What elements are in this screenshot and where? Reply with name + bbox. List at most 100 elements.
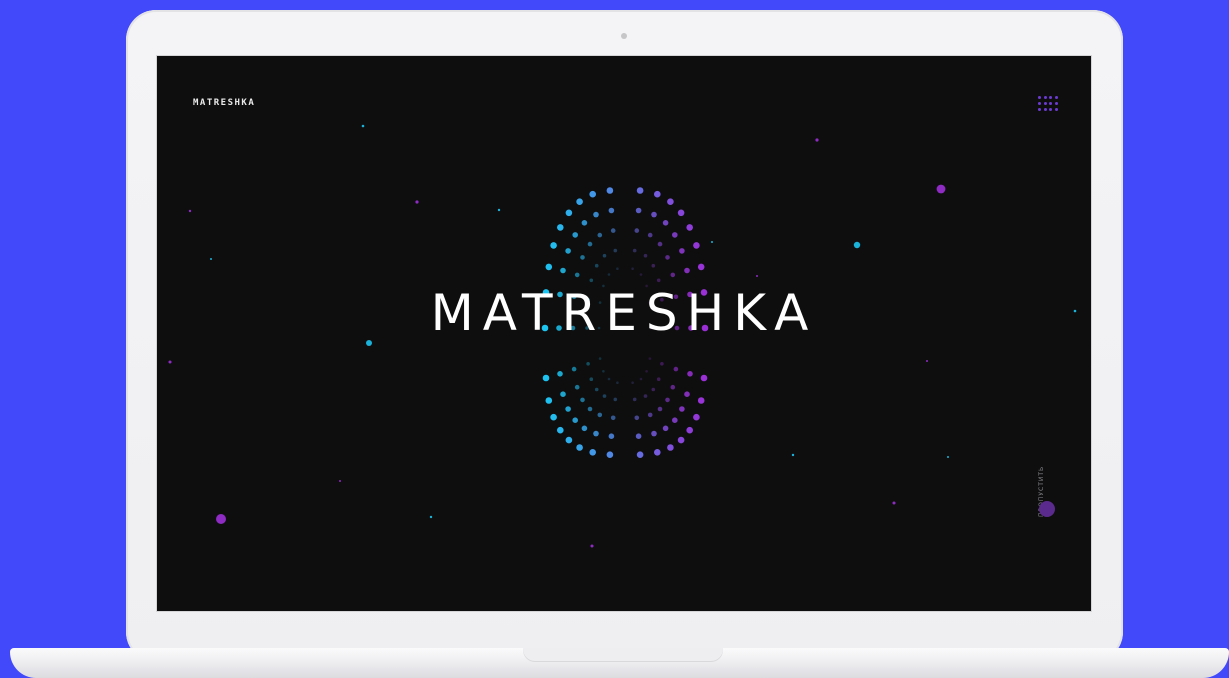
ring-dot	[697, 263, 705, 271]
ring-dot	[643, 394, 648, 398]
ring-dot	[684, 391, 690, 398]
ring-dot	[662, 425, 669, 432]
star-dot	[711, 241, 713, 243]
ring-dot	[589, 278, 594, 283]
ring-dot	[593, 211, 599, 218]
star-dot	[791, 453, 795, 457]
ring-dot	[631, 267, 634, 270]
ring-dot	[597, 412, 603, 418]
ring-dot	[607, 377, 611, 381]
ring-dot	[576, 444, 583, 451]
laptop-base-notch	[523, 648, 723, 662]
ring-dot	[679, 248, 685, 254]
ring-dot	[693, 242, 700, 249]
star-dot	[216, 514, 226, 524]
ring-dot	[632, 248, 637, 253]
ring-dot	[651, 387, 656, 392]
ring-dot	[667, 198, 674, 205]
ring-dot	[645, 370, 648, 373]
ring-dot	[616, 381, 619, 385]
ring-dot	[648, 357, 652, 360]
ring-dot	[635, 207, 642, 214]
ring-dot	[679, 406, 685, 412]
star-dot	[936, 184, 946, 194]
ring-dot	[686, 426, 693, 434]
ring-dot	[654, 449, 661, 456]
page-stage: MATRESHKA MATRESHKA ПРОПУСТИТЬ	[0, 0, 1229, 678]
star-dot	[590, 544, 594, 548]
ring-dot	[557, 224, 564, 231]
ring-dot	[581, 220, 588, 226]
ring-dot	[594, 387, 599, 392]
ring-dot	[545, 397, 553, 404]
star-dot	[497, 208, 501, 212]
ring-dot	[560, 267, 566, 274]
ring-dot	[634, 415, 640, 421]
ring-dot	[580, 397, 585, 403]
ring-dot	[672, 417, 678, 424]
ring-dot	[665, 397, 670, 403]
ring-dot	[574, 384, 580, 390]
star-dot	[366, 340, 372, 346]
ring-dot	[602, 394, 607, 398]
ring-dot	[581, 425, 588, 432]
ring-dot	[662, 220, 669, 226]
ring-dot	[602, 370, 605, 373]
ring-dot	[636, 187, 644, 194]
ring-dot	[636, 451, 644, 459]
ring-dot	[593, 430, 599, 437]
ring-dot	[565, 436, 573, 444]
ring-dot	[651, 430, 657, 437]
ring-dot	[580, 255, 585, 260]
ring-dot	[616, 267, 619, 270]
star-dot	[361, 124, 365, 128]
ring-dot	[635, 433, 642, 440]
ring-dot	[550, 413, 557, 421]
ring-dot	[654, 190, 661, 198]
ring-dot	[700, 374, 708, 382]
star-dot	[892, 501, 896, 505]
star-dot	[415, 200, 419, 204]
ring-dot	[651, 211, 657, 218]
ring-dot	[594, 263, 599, 268]
laptop-base	[10, 648, 1229, 678]
ring-dot	[651, 263, 656, 268]
ring-dot	[687, 371, 693, 377]
ring-dot	[565, 209, 573, 217]
star-dot	[210, 258, 212, 260]
ring-dot	[667, 444, 674, 451]
ring-dot	[677, 209, 685, 217]
ring-dot	[656, 278, 661, 283]
ring-dot	[606, 187, 614, 194]
ring-dot	[572, 417, 578, 424]
ring-dot	[670, 272, 676, 278]
ring-dot	[657, 241, 663, 247]
webcam	[621, 33, 627, 39]
skip-button[interactable]	[1039, 501, 1055, 517]
ring-dot	[677, 436, 685, 444]
ring-dot	[665, 255, 670, 260]
ring-dot	[657, 406, 663, 412]
ring-dot	[589, 377, 594, 382]
ring-dot	[613, 248, 618, 253]
ring-dot	[693, 413, 700, 421]
ring-dot	[610, 228, 616, 233]
star-dot	[815, 138, 819, 142]
ring-dot	[643, 253, 648, 258]
ring-dot	[565, 406, 571, 412]
star-dot	[168, 360, 172, 364]
ring-dot	[545, 263, 553, 271]
star-dot	[188, 209, 192, 213]
ring-dot	[571, 366, 577, 372]
ring-dot	[557, 371, 563, 377]
ring-dot	[587, 241, 593, 247]
ring-dot	[608, 207, 615, 214]
ring-dot	[639, 273, 643, 276]
ring-dot	[607, 273, 611, 276]
ring-dot	[697, 397, 705, 404]
ring-dot	[660, 362, 664, 366]
ring-dot	[589, 190, 596, 198]
ring-dot	[684, 267, 690, 274]
ring-dot	[597, 232, 603, 238]
ring-dot	[565, 248, 571, 254]
